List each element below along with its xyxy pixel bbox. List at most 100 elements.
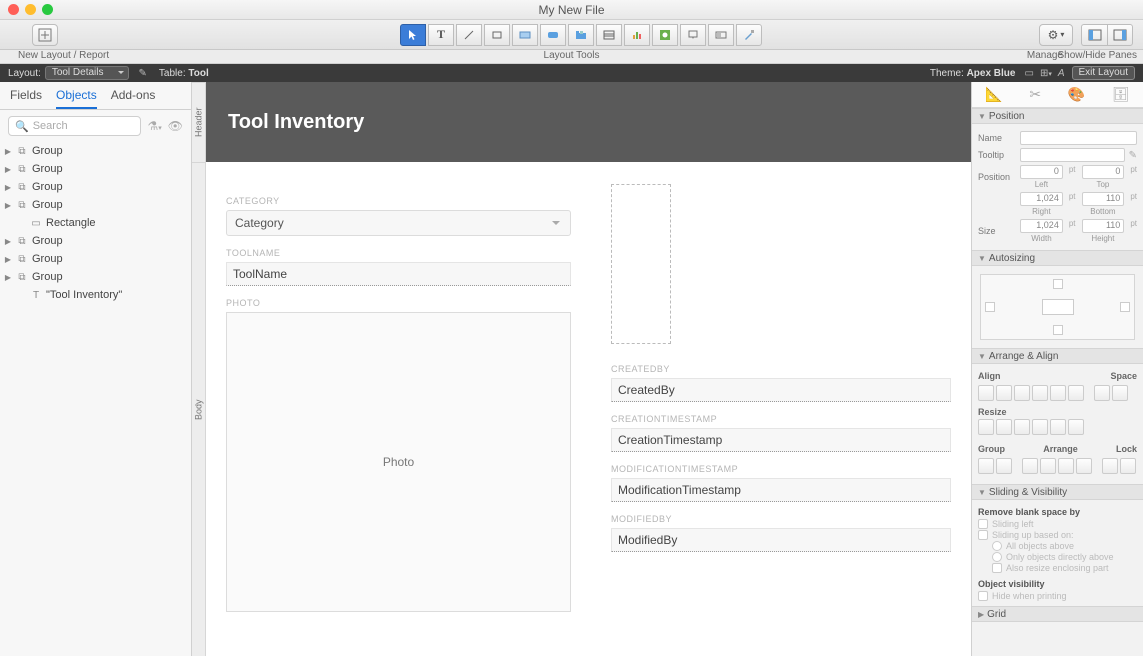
bring-front-button[interactable]	[1022, 458, 1038, 474]
sliding-up-checkbox[interactable]	[978, 530, 988, 540]
toggle-right-pane-button[interactable]	[1107, 24, 1133, 46]
align-center-button[interactable]	[996, 385, 1012, 401]
section-position[interactable]: ▼Position	[972, 108, 1143, 124]
edit-layout-icon[interactable]: ✎	[139, 68, 147, 79]
modifiedby-field[interactable]: ModifiedBy	[611, 528, 951, 552]
section-autosizing[interactable]: ▼Autosizing	[972, 250, 1143, 266]
tree-row[interactable]: ▭Rectangle	[4, 214, 187, 232]
pencil-icon[interactable]: ✎	[1129, 150, 1137, 161]
tree-row[interactable]: ▶⧉Group	[4, 142, 187, 160]
part-header-handle[interactable]: Header	[192, 82, 205, 162]
size-width-input[interactable]: 1,024	[1020, 219, 1063, 233]
resize-5[interactable]	[1050, 419, 1066, 435]
section-sliding[interactable]: ▼Sliding & Visibility	[972, 484, 1143, 500]
new-layout-button[interactable]	[32, 24, 58, 46]
pointer-tool[interactable]	[400, 24, 426, 46]
group-button[interactable]	[978, 458, 994, 474]
align-top-button[interactable]	[1032, 385, 1048, 401]
bring-forward-button[interactable]	[1040, 458, 1056, 474]
disclosure-icon[interactable]: ▶	[4, 273, 12, 282]
align-right-button[interactable]	[1014, 385, 1030, 401]
disclosure-icon[interactable]: ▶	[4, 183, 12, 192]
pos-bottom-input[interactable]: 110	[1082, 192, 1125, 206]
disclosure-icon[interactable]: ▶	[4, 165, 12, 174]
portal-tool[interactable]	[596, 24, 622, 46]
tree-row[interactable]: T"Tool Inventory"	[4, 286, 187, 304]
all-above-radio[interactable]	[992, 541, 1002, 551]
popover-tool[interactable]	[680, 24, 706, 46]
tab-objects[interactable]: Objects	[56, 88, 97, 109]
only-direct-radio[interactable]	[992, 552, 1002, 562]
creationts-field[interactable]: CreationTimestamp	[611, 428, 951, 452]
pos-right-input[interactable]: 1,024	[1020, 192, 1063, 206]
inspector-tab-data[interactable]: 🗄	[1112, 86, 1130, 103]
pos-top-input[interactable]: 0	[1082, 165, 1125, 179]
align-bottom-button[interactable]	[1068, 385, 1084, 401]
also-resize-checkbox[interactable]	[992, 563, 1002, 573]
inspector-tab-styles[interactable]: ✂	[1029, 86, 1041, 103]
resize-3[interactable]	[1014, 419, 1030, 435]
send-back-button[interactable]	[1076, 458, 1092, 474]
manage-layouts-button[interactable]: ⚙▾	[1039, 24, 1073, 46]
text-style-icon[interactable]: A	[1058, 68, 1065, 79]
createdby-field[interactable]: CreatedBy	[611, 378, 951, 402]
resize-1[interactable]	[978, 419, 994, 435]
disclosure-icon[interactable]: ▶	[4, 147, 12, 156]
resize-2[interactable]	[996, 419, 1012, 435]
chart-tool[interactable]	[624, 24, 650, 46]
part-body-handle[interactable]: Body	[192, 162, 205, 656]
autosizing-control[interactable]	[980, 274, 1135, 340]
section-arrange[interactable]: ▼Arrange & Align	[972, 348, 1143, 364]
grid-settings-icon[interactable]: ⊞▾	[1040, 68, 1052, 79]
size-height-input[interactable]: 110	[1082, 219, 1125, 233]
tree-row[interactable]: ▶⧉Group	[4, 250, 187, 268]
tree-row[interactable]: ▶⧉Group	[4, 160, 187, 178]
tree-row[interactable]: ▶⧉Group	[4, 196, 187, 214]
objects-search-input[interactable]: 🔍 Search	[8, 116, 141, 136]
exit-layout-button[interactable]: Exit Layout	[1072, 66, 1135, 80]
inspector-tab-appearance[interactable]: 🎨	[1068, 86, 1085, 103]
tab-control-tool[interactable]	[568, 24, 594, 46]
toolname-field[interactable]: ToolName	[226, 262, 571, 286]
layout-selector[interactable]: Tool Details	[45, 66, 129, 80]
disclosure-icon[interactable]: ▶	[4, 255, 12, 264]
resize-6[interactable]	[1068, 419, 1084, 435]
inspector-tab-position[interactable]: 📐	[985, 86, 1002, 103]
tab-addons[interactable]: Add-ons	[111, 88, 156, 109]
text-tool[interactable]: T	[428, 24, 454, 46]
selection-marquee[interactable]	[611, 184, 671, 344]
resize-4[interactable]	[1032, 419, 1048, 435]
disclosure-icon[interactable]: ▶	[4, 201, 12, 210]
lock-button[interactable]	[1102, 458, 1118, 474]
space-v-button[interactable]	[1112, 385, 1128, 401]
screen-icon[interactable]: ▭	[1024, 68, 1033, 79]
toggle-left-pane-button[interactable]	[1081, 24, 1107, 46]
ungroup-button[interactable]	[996, 458, 1012, 474]
format-painter-tool[interactable]	[736, 24, 762, 46]
section-grid[interactable]: ▶Grid	[972, 606, 1143, 622]
send-backward-button[interactable]	[1058, 458, 1074, 474]
align-left-button[interactable]	[978, 385, 994, 401]
tab-fields[interactable]: Fields	[10, 88, 42, 109]
tree-row[interactable]: ▶⧉Group	[4, 178, 187, 196]
tree-row[interactable]: ▶⧉Group	[4, 268, 187, 286]
insp-name-input[interactable]	[1020, 131, 1137, 145]
sliding-left-checkbox[interactable]	[978, 519, 988, 529]
unlock-button[interactable]	[1120, 458, 1136, 474]
modts-field[interactable]: ModificationTimestamp	[611, 478, 951, 502]
field-tool[interactable]	[512, 24, 538, 46]
filter-icon[interactable]: ⚗▾	[147, 119, 161, 133]
button-tool[interactable]	[540, 24, 566, 46]
slide-control-tool[interactable]	[708, 24, 734, 46]
category-field[interactable]: Category	[226, 210, 571, 236]
insp-tooltip-input[interactable]	[1020, 148, 1125, 162]
visibility-icon[interactable]: 👁	[168, 119, 183, 133]
rectangle-tool[interactable]	[484, 24, 510, 46]
line-tool[interactable]	[456, 24, 482, 46]
disclosure-icon[interactable]: ▶	[4, 237, 12, 246]
hide-printing-checkbox[interactable]	[978, 591, 988, 601]
photo-container[interactable]: Photo	[226, 312, 571, 612]
space-h-button[interactable]	[1094, 385, 1110, 401]
align-middle-button[interactable]	[1050, 385, 1066, 401]
web-viewer-tool[interactable]	[652, 24, 678, 46]
